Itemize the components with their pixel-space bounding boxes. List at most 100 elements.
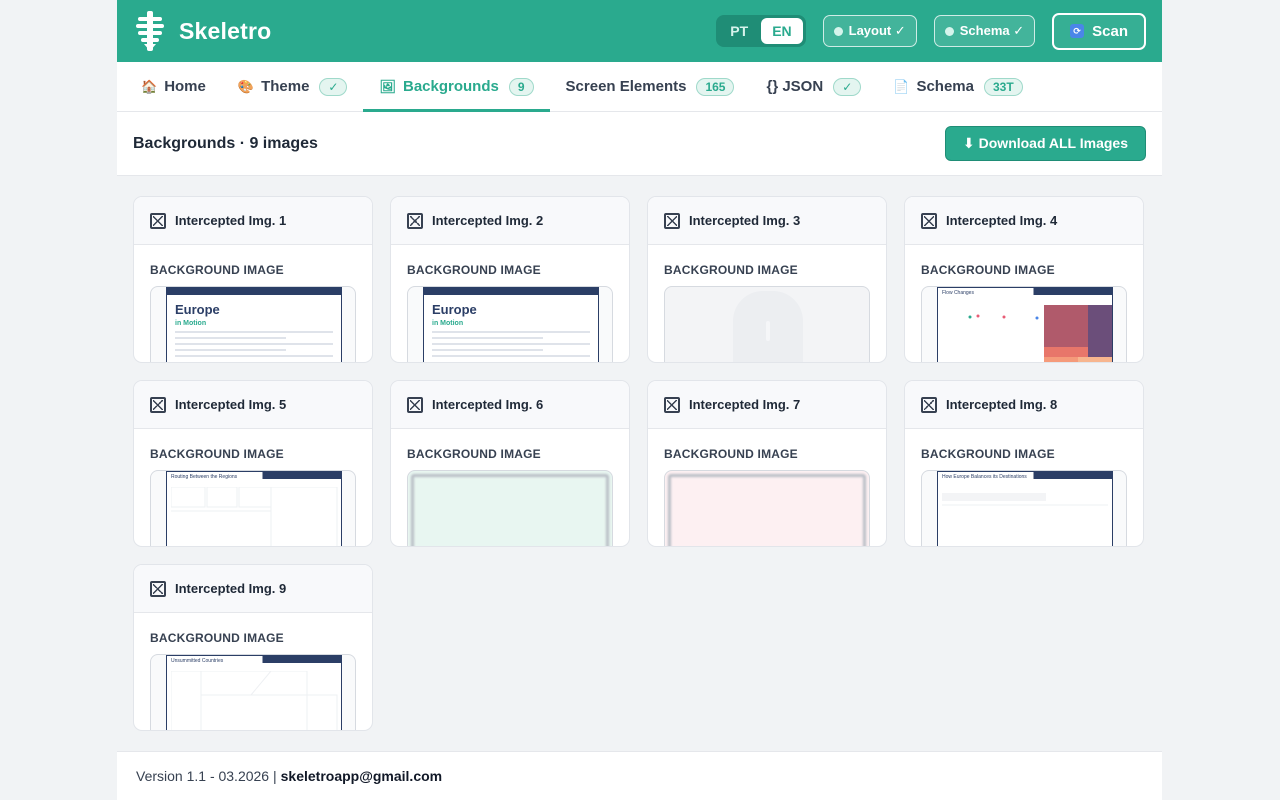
tab-schema[interactable]: 📄 Schema 33T: [877, 62, 1038, 111]
image-card[interactable]: Intercepted Img. 8 BACKGROUND IMAGE How …: [904, 380, 1144, 547]
image-frame-icon: [407, 212, 423, 229]
card-title: Intercepted Img. 8: [946, 397, 1058, 412]
card-title: Intercepted Img. 1: [175, 213, 287, 228]
image-frame-icon: [921, 396, 937, 413]
image-thumbnail[interactable]: Flow Changes: [921, 286, 1127, 362]
image-thumbnail[interactable]: Routing Between the Regions: [150, 470, 356, 546]
version-text: Version 1.1 - 03.2026 |: [136, 768, 277, 784]
download-all-button[interactable]: ⬇ Download ALL Images: [945, 126, 1146, 161]
image-thumbnail[interactable]: Europe in Motion: [150, 286, 356, 362]
card-label: BACKGROUND IMAGE: [150, 447, 284, 461]
card-label: BACKGROUND IMAGE: [407, 447, 541, 461]
scan-button[interactable]: ⟳ Scan: [1052, 12, 1146, 50]
brand-name: Skeletro: [179, 17, 272, 44]
footer: Version 1.1 - 03.2026 | skeletroapp@gmai…: [117, 751, 1162, 800]
layout-toggle-label: Layout ✓: [848, 23, 906, 38]
tab-home[interactable]: 🏠 Home: [125, 62, 222, 111]
lang-en-button[interactable]: EN: [761, 18, 803, 44]
thumb-title: Flow Changes: [942, 290, 974, 296]
placeholder-icon: [733, 291, 803, 362]
image-card[interactable]: Intercepted Img. 7 BACKGROUND IMAGE: [647, 380, 887, 547]
thumb-title: Unsummitted Countries: [171, 658, 224, 664]
image-frame-icon: [664, 396, 680, 413]
image-card[interactable]: Intercepted Img. 4 BACKGROUND IMAGE Flow…: [904, 196, 1144, 363]
image-frame-icon: [664, 212, 680, 229]
card-label: BACKGROUND IMAGE: [407, 263, 541, 277]
tab-badge: 9: [508, 77, 534, 96]
image-frame-icon: [407, 396, 423, 413]
thumb-heatmap: [1044, 305, 1112, 362]
layout-toggle[interactable]: Layout ✓: [822, 15, 917, 47]
tab-backgrounds[interactable]: 🖼 Backgrounds 9: [363, 62, 550, 112]
tab-screen-elements[interactable]: Screen Elements 165: [550, 62, 751, 111]
app-window: Skeletro PT EN Layout ✓ Schema ✓ ⟳ Scan …: [117, 0, 1162, 800]
document-icon: 📄: [893, 78, 910, 94]
schema-toggle[interactable]: Schema ✓: [933, 15, 1036, 47]
house-icon: 🏠: [141, 78, 158, 94]
card-label: BACKGROUND IMAGE: [150, 263, 284, 277]
tab-label: Home: [164, 78, 206, 95]
card-label: BACKGROUND IMAGE: [664, 263, 798, 277]
card-label: BACKGROUND IMAGE: [664, 447, 798, 461]
card-title: Intercepted Img. 4: [946, 213, 1058, 228]
schema-toggle-label: Schema ✓: [959, 23, 1025, 38]
card-title: Intercepted Img. 2: [432, 213, 544, 228]
lang-pt-button[interactable]: PT: [719, 18, 759, 44]
status-dot-icon: [944, 26, 954, 36]
tab-label: Theme: [261, 78, 310, 95]
refresh-icon: ⟳: [1070, 24, 1085, 38]
image-card[interactable]: Intercepted Img. 9 BACKGROUND IMAGE Unsu…: [133, 564, 373, 731]
tab-label: Backgrounds: [403, 78, 499, 95]
thumb-title: How Europe Balances its Destinations: [942, 474, 1027, 480]
card-title: Intercepted Img. 3: [689, 213, 801, 228]
image-thumbnail[interactable]: [664, 470, 870, 546]
card-label: BACKGROUND IMAGE: [921, 263, 1055, 277]
app-header: Skeletro PT EN Layout ✓ Schema ✓ ⟳ Scan: [117, 0, 1162, 62]
logo: Skeletro: [135, 11, 271, 51]
thumb-dots: [968, 314, 1039, 320]
tab-badge: ✓: [833, 77, 862, 96]
image-card[interactable]: Intercepted Img. 1 BACKGROUND IMAGE Euro…: [133, 196, 373, 363]
card-title: Intercepted Img. 5: [175, 397, 287, 412]
image-thumbnail[interactable]: [407, 470, 613, 546]
image-card[interactable]: Intercepted Img. 3 BACKGROUND IMAGE: [647, 196, 887, 363]
section-title: Backgrounds · 9 images: [133, 134, 318, 152]
thumb-layout: [942, 493, 1108, 506]
scan-button-label: Scan: [1092, 22, 1128, 40]
image-thumbnail[interactable]: How Europe Balances its Destinations: [921, 470, 1127, 546]
card-title: Intercepted Img. 7: [689, 397, 801, 412]
language-switch: PT EN: [716, 15, 806, 47]
thumb-subtitle: in Motion: [432, 320, 464, 327]
section-header: Backgrounds · 9 images ⬇ Download ALL Im…: [117, 112, 1162, 176]
card-title: Intercepted Img. 9: [175, 581, 287, 596]
tab-badge: ✓: [319, 77, 348, 96]
tab-json[interactable]: {} JSON ✓: [750, 62, 877, 111]
thumb-title: Europe: [432, 302, 477, 317]
image-card[interactable]: Intercepted Img. 5 BACKGROUND IMAGE Rout…: [133, 380, 373, 547]
image-frame-icon: [150, 580, 166, 597]
palette-icon: 🎨: [237, 78, 255, 94]
image-frame-icon: [150, 212, 166, 229]
image-grid: Intercepted Img. 1 BACKGROUND IMAGE Euro…: [133, 196, 1146, 731]
image-icon: 🖼: [379, 78, 396, 94]
contact-email-link[interactable]: skeletroapp@gmail.com: [281, 768, 442, 784]
thumb-title: Europe: [175, 302, 220, 317]
tab-theme[interactable]: 🎨 Theme ✓: [222, 62, 364, 111]
tab-badge: 33T: [983, 77, 1023, 96]
card-label: BACKGROUND IMAGE: [921, 447, 1055, 461]
image-thumbnail[interactable]: [664, 286, 870, 362]
image-frame-icon: [150, 396, 166, 413]
tab-badge: 165: [696, 77, 735, 96]
card-title: Intercepted Img. 6: [432, 397, 544, 412]
image-thumbnail[interactable]: Unsummitted Countries: [150, 654, 356, 730]
skeleton-logo-icon: [136, 11, 164, 51]
thumb-layout: [171, 487, 338, 546]
card-label: BACKGROUND IMAGE: [150, 631, 284, 645]
image-frame-icon: [921, 212, 937, 229]
image-card[interactable]: Intercepted Img. 2 BACKGROUND IMAGE Euro…: [390, 196, 630, 363]
status-dot-icon: [833, 26, 843, 36]
image-thumbnail[interactable]: Europe in Motion: [407, 286, 613, 362]
thumb-title: Routing Between the Regions: [171, 474, 238, 480]
image-card[interactable]: Intercepted Img. 6 BACKGROUND IMAGE: [390, 380, 630, 547]
tab-label: {} JSON: [766, 78, 824, 95]
